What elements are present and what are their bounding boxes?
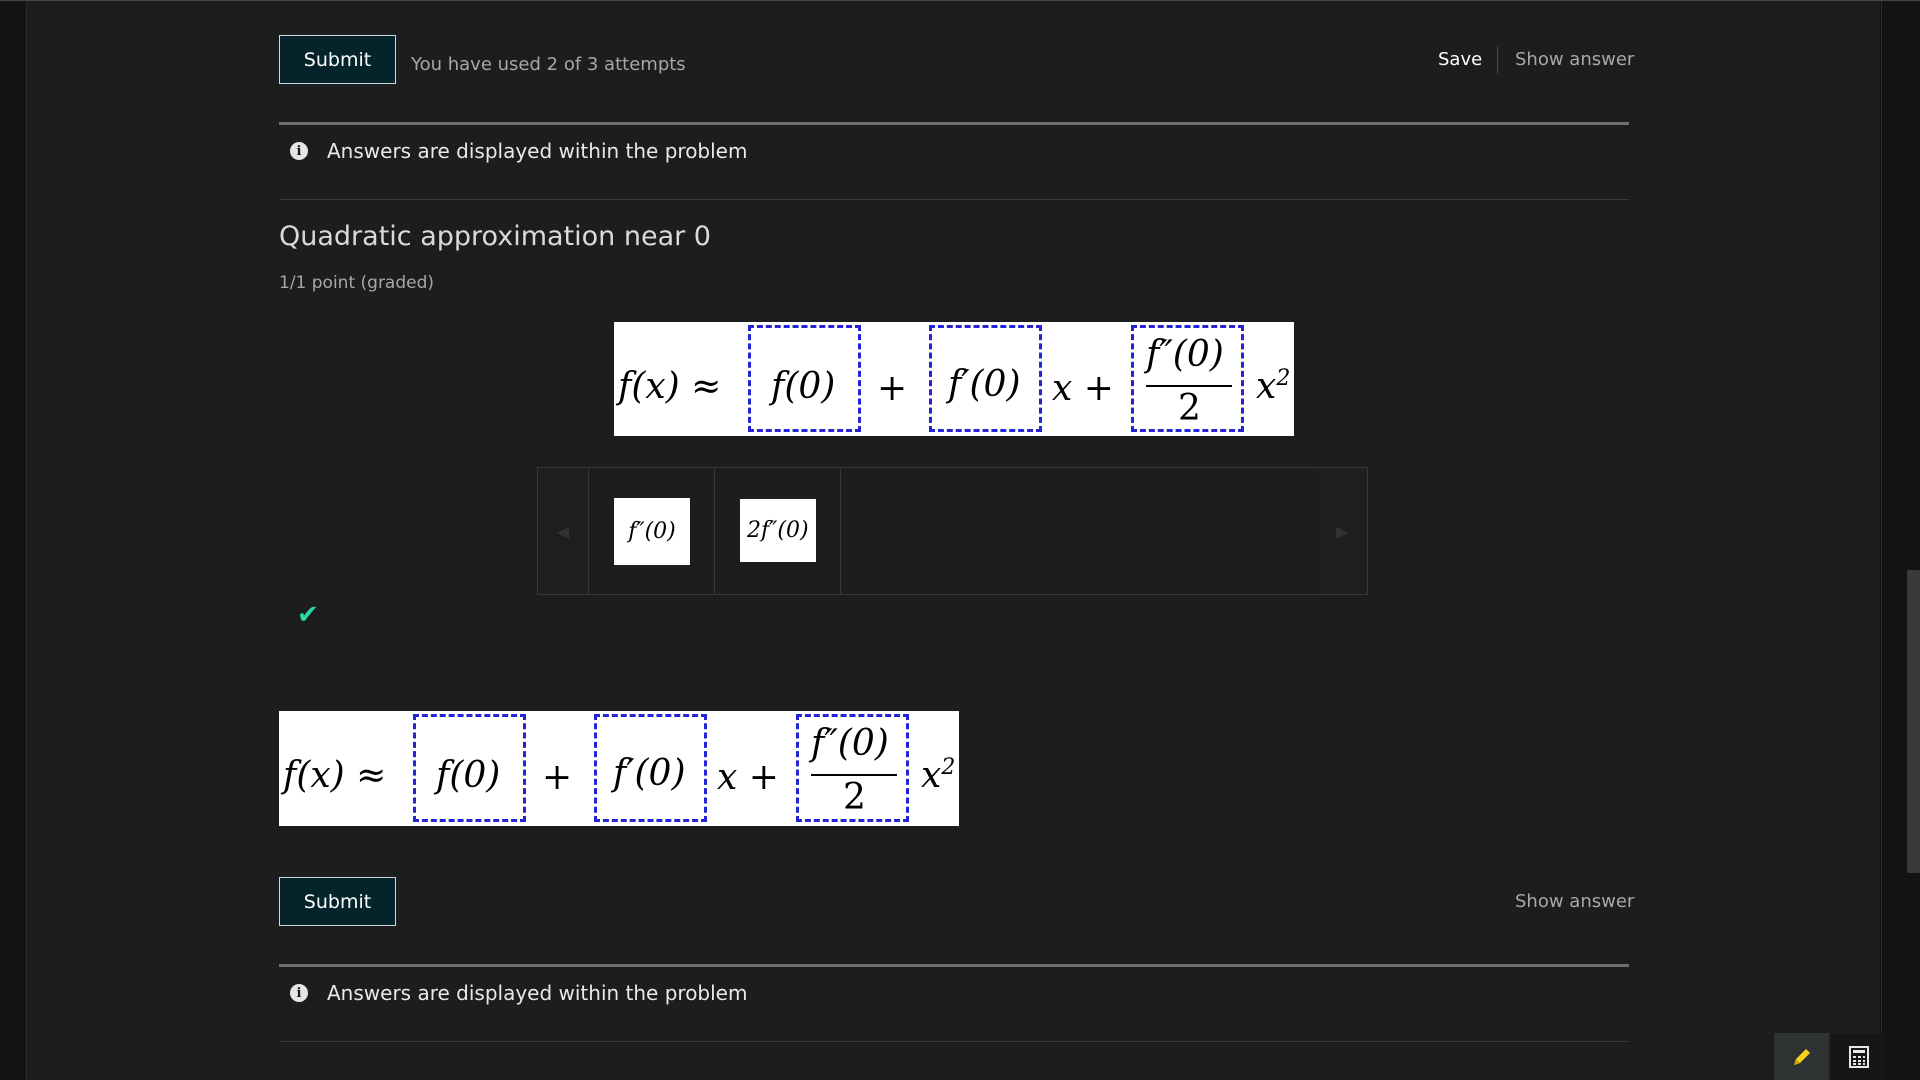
drop-zone-2[interactable]: f′(0) (929, 325, 1042, 432)
tray-scroll-right-button[interactable]: ▶ (1317, 468, 1367, 594)
right-gutter (1881, 0, 1920, 1080)
answer-equation-tail: x2 (921, 755, 955, 796)
answers-notification: i Answers are displayed within the probl… (290, 139, 747, 163)
drop-zone-1[interactable]: f(0) (748, 325, 861, 432)
problem-points: 1/1 point (graded) (279, 273, 435, 293)
notification-top-border (279, 964, 1629, 967)
show-answer-button[interactable]: Show answer (1515, 891, 1634, 912)
pencil-icon (1793, 1048, 1810, 1065)
answer-fraction-bar (811, 774, 897, 776)
attempts-text: You have used 2 of 3 attempts (411, 54, 686, 75)
chevron-right-icon: ▶ (1335, 521, 1349, 541)
calculator-button[interactable] (1831, 1033, 1886, 1080)
tray-slot-empty (840, 468, 1318, 594)
equation-plus: + (877, 368, 908, 409)
answer-box-2-content: f′(0) (613, 753, 686, 794)
drop-target-equation: f(x) ≈ f(0) + f′(0) x + f″(0) 2 x2 (614, 322, 1294, 436)
equation-tail-exponent: 2 (1276, 366, 1291, 391)
drop-zone-1-content: f(0) (771, 366, 836, 407)
tray-scroll-left-button[interactable]: ◀ (538, 468, 588, 594)
save-button[interactable]: Save (1438, 49, 1482, 70)
show-answer-button[interactable]: Show answer (1515, 49, 1634, 70)
action-separator (1497, 47, 1498, 73)
answer-box-2: f′(0) (594, 714, 707, 822)
equation-lhs: f(x) ≈ (618, 366, 722, 407)
answer-box-3-numerator: f″(0) (811, 723, 889, 764)
equation-x-plus: x + (1052, 368, 1114, 409)
answer-equation-tail-base: x (921, 755, 942, 796)
tray-slot-1: f″(0) (588, 468, 715, 594)
answer-box-3: f″(0) 2 (796, 714, 909, 822)
section-divider (279, 1041, 1629, 1042)
equation-tail: x2 (1256, 366, 1290, 407)
left-gutter (0, 0, 27, 1080)
answer-box-1-content: f(0) (436, 755, 501, 796)
top-divider (0, 0, 1920, 1)
draggable-items-tray: ◀ f″(0) 2f″(0) ▶ (537, 467, 1368, 595)
answers-notification: i Answers are displayed within the probl… (290, 981, 747, 1005)
submit-button[interactable]: Submit (279, 35, 396, 84)
drop-zone-3[interactable]: f″(0) 2 (1131, 325, 1244, 432)
answer-box-3-denominator: 2 (843, 777, 866, 818)
section-divider (279, 199, 1629, 200)
drop-zone-3-denominator: 2 (1178, 388, 1201, 429)
drop-zone-2-content: f′(0) (948, 364, 1021, 405)
draggable-option[interactable]: 2f″(0) (740, 499, 816, 562)
scrollbar-thumb[interactable] (1907, 570, 1920, 873)
problem-title: Quadratic approximation near 0 (279, 221, 711, 252)
calculator-icon (1848, 1045, 1869, 1068)
notification-text: Answers are displayed within the problem (327, 139, 748, 163)
answer-box-1: f(0) (413, 714, 526, 822)
info-icon: i (290, 142, 308, 160)
info-icon: i (290, 984, 308, 1002)
checkmark-icon: ✔ (297, 600, 319, 630)
tray-slot-2: 2f″(0) (714, 468, 841, 594)
chevron-left-icon: ◀ (556, 521, 570, 541)
answer-equation-lhs: f(x) ≈ (283, 755, 387, 796)
answer-equation-x-plus: x + (717, 757, 779, 798)
submit-button[interactable]: Submit (279, 877, 396, 926)
notification-top-border (279, 122, 1629, 125)
fraction-bar (1146, 385, 1232, 387)
notification-text: Answers are displayed within the problem (327, 981, 748, 1005)
draggable-option[interactable]: f″(0) (614, 498, 690, 565)
answer-equation-plus: + (542, 757, 573, 798)
notes-button[interactable] (1774, 1033, 1829, 1080)
drop-zone-3-numerator: f″(0) (1146, 334, 1224, 375)
equation-tail-base: x (1256, 366, 1277, 407)
answer-equation: f(x) ≈ f(0) + f′(0) x + f″(0) 2 x2 (279, 711, 959, 826)
answer-equation-tail-exponent: 2 (941, 755, 956, 780)
